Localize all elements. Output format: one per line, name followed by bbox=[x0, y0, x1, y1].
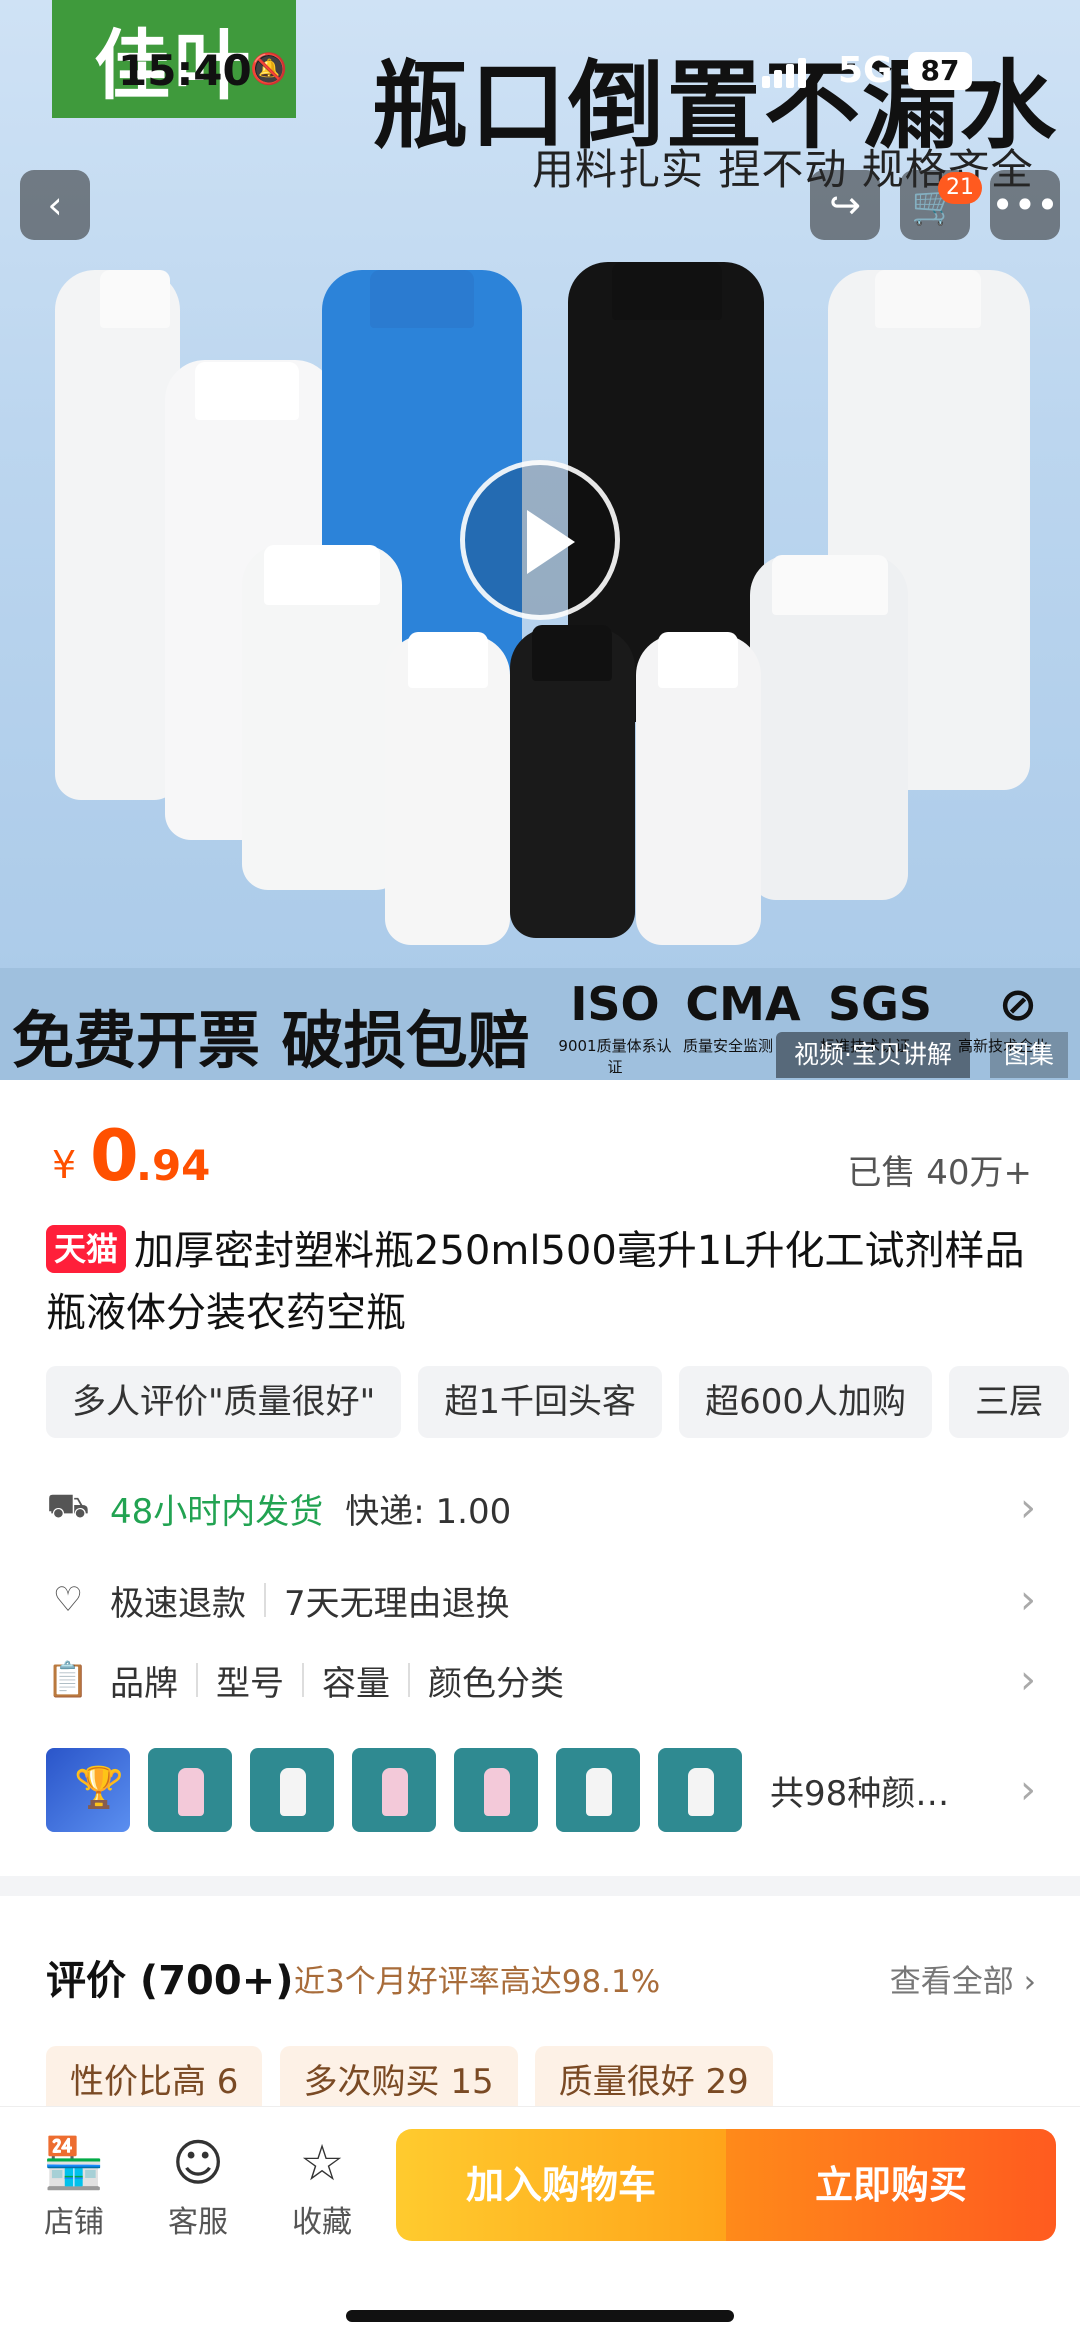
variant-thumbnail[interactable] bbox=[352, 1748, 436, 1832]
param-capacity: 容量 bbox=[322, 1663, 390, 1704]
shipping-fee: 快递: 1.00 bbox=[345, 1491, 512, 1532]
status-time: 15:40 bbox=[118, 46, 252, 95]
reviews-header[interactable]: 评价 (700+) 近3个月好评率高达98.1% 查看全部 › bbox=[46, 1948, 1036, 2004]
variant-thumbnail[interactable]: 🏆 bbox=[46, 1748, 130, 1832]
highlight-tag[interactable]: 三层 bbox=[949, 1366, 1070, 1438]
share-button[interactable]: ↪ bbox=[810, 170, 880, 240]
shipping-time: 48小时内发货 bbox=[110, 1491, 324, 1532]
divider bbox=[264, 1583, 266, 1617]
hero-bottom-text: 免费开票 破损包赔 bbox=[12, 1004, 530, 1077]
product-hero-image[interactable]: 佳叶 瓶口倒置不漏水 用料扎实 捏不动 规格齐全 免费开票 破损包赔 ISO 9… bbox=[0, 0, 1080, 1080]
product-title-text: 加厚密封塑料瓶250ml500毫升1L升化工试剂样品瓶液体分装农药空瓶 bbox=[46, 1228, 1025, 1336]
sold-count: 已售 40万+ bbox=[847, 1153, 1032, 1193]
add-to-cart-button[interactable]: 加入购物车 bbox=[396, 2129, 726, 2241]
chevron-right-icon: › bbox=[1020, 1485, 1036, 1531]
bottom-action-bar: 🏪 店铺 ☺ 客服 ☆ 收藏 加入购物车 立即购买 bbox=[0, 2106, 1080, 2341]
chevron-right-icon: › bbox=[1020, 1767, 1036, 1813]
variant-thumbnail[interactable] bbox=[658, 1748, 742, 1832]
section-divider bbox=[0, 1876, 1080, 1896]
buy-now-button[interactable]: 立即购买 bbox=[726, 2129, 1056, 2241]
highlight-tag[interactable]: 超1千回头客 bbox=[418, 1366, 663, 1438]
product-title[interactable]: 天猫 加厚密封塑料瓶250ml500毫升1L升化工试剂样品瓶液体分装农药空瓶 bbox=[46, 1220, 1036, 1344]
divider bbox=[302, 1663, 304, 1697]
trophy-icon: 🏆 bbox=[74, 1765, 124, 1811]
hightech-icon: ⊘ bbox=[998, 977, 1038, 1031]
heart-icon: ♡ bbox=[52, 1580, 84, 1620]
service-row[interactable]: ♡ 极速退款 7天无理由退换 › bbox=[46, 1570, 1036, 1630]
cert-hightech: ⊘ 高新技术企业 bbox=[958, 975, 1078, 1055]
variant-thumbnail[interactable] bbox=[556, 1748, 640, 1832]
favorite-label: 收藏 bbox=[292, 2205, 352, 2240]
cert-iso: ISO 9001质量体系认证 bbox=[558, 977, 672, 1076]
price-row: ¥ 0 .94 已售 40万+ bbox=[52, 1115, 1032, 1197]
chat-icon: ☺ bbox=[171, 2134, 225, 2192]
shop-label: 店铺 bbox=[44, 2205, 104, 2240]
cart-count-badge: 21 bbox=[938, 172, 982, 204]
star-icon: ☆ bbox=[299, 2134, 345, 2192]
variant-thumbnail[interactable] bbox=[148, 1748, 232, 1832]
shop-icon: 🏪 bbox=[42, 2134, 106, 2192]
highlight-tags: 多人评价"质量很好" 超1千回头客 超600人加购 三层 bbox=[46, 1366, 1080, 1440]
battery-indicator: 87 bbox=[908, 52, 972, 90]
variant-thumbnail[interactable] bbox=[250, 1748, 334, 1832]
divider bbox=[196, 1663, 198, 1697]
view-all-reviews-link[interactable]: 查看全部 › bbox=[890, 1956, 1036, 2001]
shipping-row[interactable]: ⛟ 48小时内发货 快递: 1.00 › bbox=[46, 1478, 1036, 1538]
highlight-tag[interactable]: 多人评价"质量很好" bbox=[46, 1366, 402, 1438]
chevron-right-icon: › bbox=[1020, 1577, 1036, 1623]
reviews-rate: 近3个月好评率高达98.1% bbox=[294, 1964, 661, 2000]
service-refund: 极速退款 bbox=[110, 1583, 246, 1624]
price-integer: 0 bbox=[90, 1115, 139, 1197]
service-return: 7天无理由退换 bbox=[284, 1583, 510, 1624]
truck-icon: ⛟ bbox=[46, 1485, 90, 1526]
home-indicator[interactable] bbox=[346, 2310, 734, 2322]
more-button[interactable]: ••• bbox=[990, 170, 1060, 240]
params-row[interactable]: 📋 品牌 型号 容量 颜色分类 › bbox=[46, 1650, 1036, 1710]
param-brand: 品牌 bbox=[110, 1663, 178, 1704]
param-color: 颜色分类 bbox=[428, 1663, 564, 1704]
variant-selector[interactable]: 🏆 共98种颜… › bbox=[46, 1748, 1036, 1832]
chevron-left-icon: ‹ bbox=[47, 183, 63, 227]
back-button[interactable]: ‹ bbox=[20, 170, 90, 240]
network-type: 5G bbox=[838, 50, 893, 91]
shop-button[interactable]: 🏪 店铺 bbox=[24, 2133, 124, 2241]
cert-cma: CMA 质量安全监测 bbox=[683, 977, 801, 1055]
price-currency: ¥ bbox=[52, 1143, 77, 1187]
reviews-title: 评价 (700+) bbox=[46, 1958, 294, 2004]
variant-thumbnail[interactable] bbox=[454, 1748, 538, 1832]
param-model: 型号 bbox=[216, 1663, 284, 1704]
favorite-button[interactable]: ☆ 收藏 bbox=[272, 2133, 372, 2241]
play-video-button[interactable] bbox=[460, 460, 620, 620]
tmall-badge: 天猫 bbox=[46, 1225, 127, 1273]
share-icon: ↪ bbox=[829, 183, 861, 227]
more-icon: ••• bbox=[991, 183, 1059, 227]
cert-sgs: SGS 标准技术认证 bbox=[820, 977, 933, 1055]
divider bbox=[408, 1663, 410, 1697]
bell-off-icon: 🔕 bbox=[250, 52, 288, 87]
product-page: 佳叶 瓶口倒置不漏水 用料扎实 捏不动 规格齐全 免费开票 破损包赔 ISO 9… bbox=[0, 0, 1080, 2341]
highlight-tag[interactable]: 超600人加购 bbox=[679, 1366, 933, 1438]
video-tab[interactable]: 视频·宝贝讲解 bbox=[776, 1032, 970, 1078]
variant-count: 共98种颜… bbox=[770, 1773, 950, 1814]
price-decimal: .94 bbox=[136, 1141, 211, 1190]
clipboard-icon: 📋 bbox=[46, 1660, 90, 1700]
gallery-tab[interactable]: 图集 bbox=[990, 1032, 1069, 1078]
signal-icon bbox=[762, 58, 810, 88]
customer-service-button[interactable]: ☺ 客服 bbox=[148, 2133, 248, 2241]
chevron-right-icon: › bbox=[1020, 1657, 1036, 1703]
service-label: 客服 bbox=[168, 2205, 228, 2240]
